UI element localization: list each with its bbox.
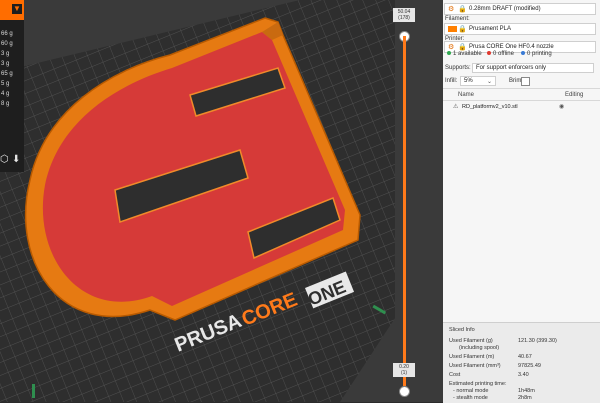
eye-icon[interactable]: ◉ — [559, 103, 564, 110]
sliced-row-label: Used Filament (mm³) — [449, 363, 501, 369]
filament-select[interactable]: 🔒 Prusament PLA — [444, 23, 596, 35]
print-profile-value: 0.28mm DRAFT (modified) — [469, 6, 541, 12]
divider — [443, 88, 600, 89]
infill-value: 5% — [464, 78, 473, 84]
normal-mode-label: - normal mode — [453, 388, 489, 394]
weight-item: 3 g — [1, 61, 10, 67]
sliced-info-panel: Sliced Info Used Filament (g) 121.30 (39… — [443, 322, 600, 403]
gear-icon: ⚙ — [448, 44, 455, 51]
cube-icon[interactable]: ⬡ — [0, 154, 9, 165]
printing-dot-icon — [521, 51, 525, 56]
chevron-down-icon: ⌄ — [486, 79, 492, 85]
sliced-row-value: 3.40 — [518, 372, 529, 378]
infill-label: Infill: — [445, 78, 458, 84]
top-layer-number: (178) — [398, 15, 410, 21]
gear-icon: ⚙ — [448, 6, 455, 13]
stealth-mode-label: - stealth mode — [453, 395, 488, 401]
sliced-row-label: Used Filament (g) — [449, 338, 493, 344]
object-list-editing-header: Editing — [565, 92, 584, 98]
printer-value: Prusa CORE One HF0.4 nozzle — [469, 44, 554, 50]
weight-item: 60 g — [1, 41, 13, 47]
warning-icon: ⚠ — [453, 104, 459, 110]
weight-item: 4 g — [1, 91, 10, 97]
offline-dot-icon — [487, 51, 491, 56]
status-printing-text: 0 printing — [527, 51, 552, 57]
object-name: RD_platformv2_v10.stl — [462, 104, 518, 110]
normal-mode-value: 1h48m — [518, 388, 535, 394]
supports-value: For support enforcers only — [476, 65, 547, 71]
chevron-down-icon[interactable]: ▼ — [12, 4, 22, 14]
infill-select[interactable]: 5% ⌄ — [460, 76, 496, 86]
object-list-item[interactable]: ⚠ RD_platformv2_v10.stl ◉ — [453, 103, 588, 112]
lock-icon: 🔒 — [458, 6, 467, 13]
top-layer-label: 50.04 (178) — [393, 8, 415, 22]
sliced-row-value: 40.67 — [518, 354, 532, 360]
weight-item: 5 g — [1, 81, 10, 87]
layer-range-track — [403, 36, 406, 386]
sliced-row-value: 121.30 (399.30) — [518, 338, 557, 344]
estimated-time-label: Estimated printing time: — [449, 381, 507, 387]
weight-item: 8 g — [1, 101, 10, 107]
sidebar: ⚙ 🔒 0.28mm DRAFT (modified) Filament: 🔒 … — [443, 0, 600, 403]
weight-item: 65 g — [1, 71, 13, 77]
build-plate-scene[interactable]: PRUSA CORE ONE — [0, 0, 443, 402]
bed-corner-marker — [32, 384, 35, 398]
brim-checkbox[interactable] — [521, 77, 530, 86]
available-dot-icon — [447, 51, 451, 56]
lock-icon: 🔒 — [458, 44, 467, 51]
status-available: 1 available — [447, 51, 482, 57]
layer-slider[interactable]: 50.04 (178) 0.20 (1) — [393, 8, 415, 402]
download-icon[interactable]: ⬇ — [12, 154, 20, 165]
divider — [443, 100, 600, 101]
sliced-row-sublabel: (including spool) — [459, 345, 500, 351]
weight-item: 66 g — [1, 31, 13, 37]
filament-label: Filament: — [445, 16, 470, 22]
supports-label: Supports: — [445, 65, 471, 71]
object-weights-panel: ▼ 66 g 60 g 3 g 3 g 65 g 5 g 4 g 8 g ⬡ ⬇ — [0, 0, 24, 172]
weight-item: 3 g — [1, 51, 10, 57]
print-profile-select[interactable]: ⚙ 🔒 0.28mm DRAFT (modified) — [444, 3, 596, 15]
lock-icon: 🔒 — [458, 26, 467, 33]
bottom-layer-handle[interactable] — [399, 386, 410, 397]
sliced-row-label: Used Filament (m) — [449, 354, 495, 360]
filament-color-swatch — [448, 26, 457, 32]
status-available-text: 1 available — [453, 51, 482, 57]
filament-value: Prusament PLA — [469, 26, 512, 32]
status-printing: 0 printing — [521, 51, 552, 57]
status-offline: 0 offline — [487, 51, 514, 57]
supports-select[interactable]: For support enforcers only — [472, 63, 594, 73]
sliced-row-value: 97825.49 — [518, 363, 541, 369]
panel-header[interactable]: ▼ — [0, 0, 24, 20]
status-offline-text: 0 offline — [493, 51, 514, 57]
3d-viewport[interactable]: PRUSA CORE ONE ▼ 66 g 60 g 3 g 3 g 65 g … — [0, 0, 443, 402]
sliced-row-label: Cost — [449, 372, 461, 378]
bottom-layer-label: 0.20 (1) — [393, 363, 415, 377]
stealth-mode-value: 2h8m — [518, 395, 532, 401]
bottom-layer-number: (1) — [400, 370, 408, 376]
sliced-info-title: Sliced Info — [449, 327, 475, 333]
object-list-name-header: Name — [458, 92, 475, 98]
